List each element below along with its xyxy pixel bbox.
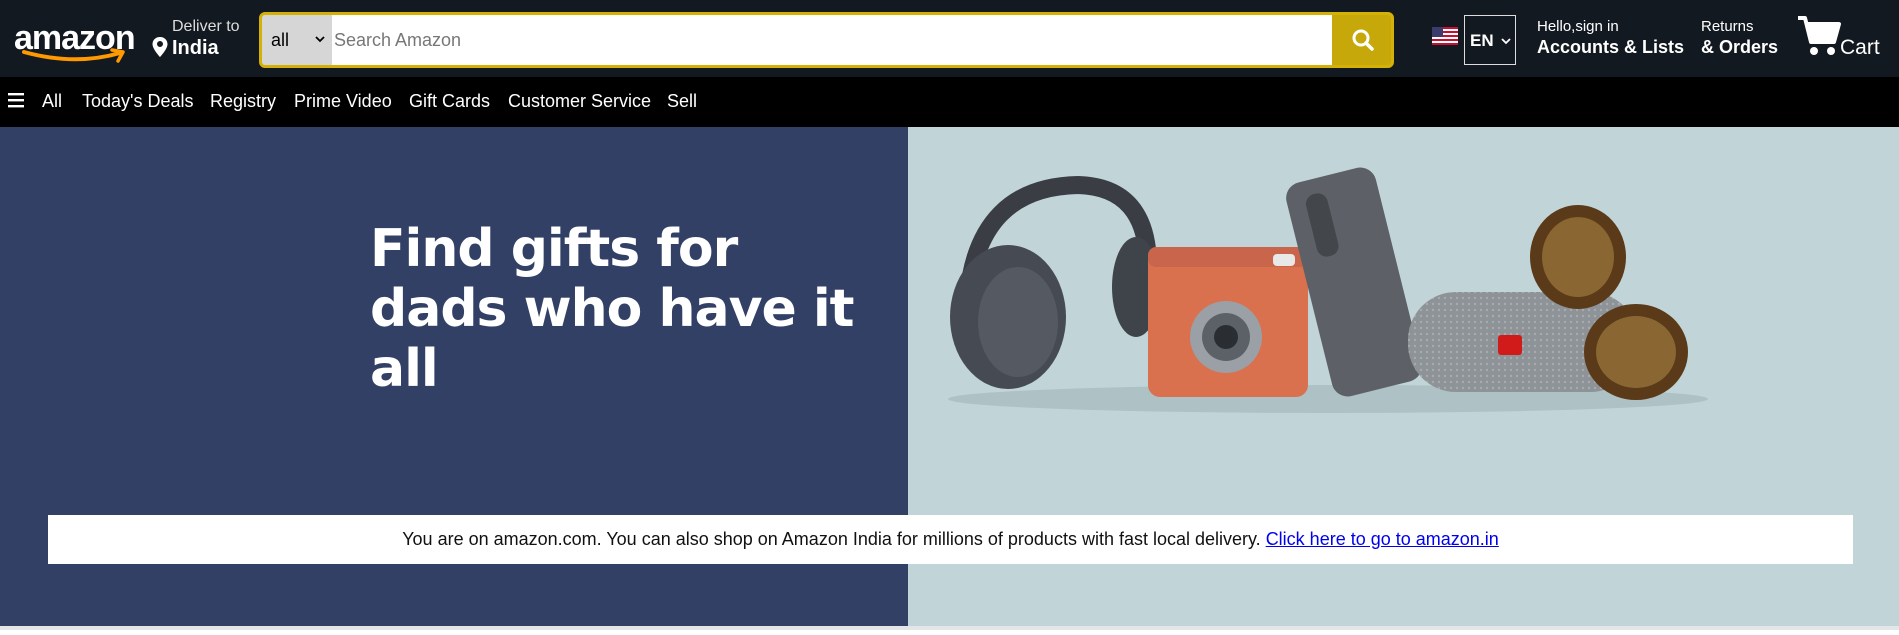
nav-item-sell[interactable]: Sell: [667, 91, 697, 112]
notice-text: You are on amazon.com. You can also shop…: [402, 529, 1266, 549]
regional-notice: You are on amazon.com. You can also shop…: [48, 515, 1853, 564]
us-flag-icon[interactable]: [1432, 27, 1458, 45]
search-bar: all: [259, 12, 1394, 68]
cart-button[interactable]: Cart: [1796, 14, 1886, 62]
hero-title-line1: Find gifts for: [370, 219, 738, 279]
location-pin-icon: [152, 37, 168, 57]
search-icon: [1352, 29, 1374, 51]
nav-item-customer-service[interactable]: Customer Service: [508, 91, 651, 112]
smile-arrow-icon: [22, 48, 125, 63]
language-selector[interactable]: EN: [1464, 15, 1516, 65]
headphones-icon: [950, 175, 1160, 389]
nav-item-todays-deals[interactable]: Today's Deals: [82, 91, 194, 112]
page-bottom-strip: [0, 626, 1899, 630]
language-code: EN: [1470, 31, 1494, 50]
amazon-logo[interactable]: amazon: [14, 18, 138, 64]
chevron-down-icon: [315, 36, 325, 43]
deliver-label: Deliver to: [172, 18, 240, 35]
search-category-select[interactable]: all: [262, 15, 332, 65]
amazon-in-link[interactable]: Click here to go to amazon.in: [1266, 529, 1499, 549]
nav-item-gift-cards[interactable]: Gift Cards: [409, 91, 490, 112]
main-nav: All Today's Deals Registry Prime Video G…: [0, 77, 1899, 127]
nav-item-all[interactable]: All: [42, 91, 62, 112]
account-lists[interactable]: Hello,sign in Accounts & Lists: [1537, 18, 1684, 58]
account-lists-label: Accounts & Lists: [1537, 37, 1685, 57]
account-greeting: Hello,sign in: [1537, 18, 1619, 35]
nav-item-prime-video[interactable]: Prime Video: [294, 91, 392, 112]
chevron-down-icon: [1501, 38, 1511, 45]
top-header: amazon Deliver to India all Search Amazo…: [0, 0, 1899, 77]
search-category-value: all: [271, 30, 290, 50]
cart-label: Cart: [1840, 36, 1880, 59]
hamburger-menu-icon[interactable]: [8, 92, 24, 108]
cart-icon: [1798, 16, 1841, 55]
returns-orders[interactable]: Returns & Orders: [1701, 18, 1778, 58]
nav-item-registry[interactable]: Registry: [210, 91, 276, 112]
search-input[interactable]: [332, 15, 1332, 65]
deliver-country: India: [172, 37, 219, 59]
returns-label: Returns: [1701, 18, 1754, 35]
hero-title: Find gifts for dads who have it all: [370, 219, 908, 399]
instant-camera-icon: [1148, 247, 1308, 397]
search-button[interactable]: [1332, 15, 1391, 65]
orders-label: & Orders: [1701, 37, 1779, 57]
hero-title-line2: dads who have it all: [370, 279, 855, 399]
